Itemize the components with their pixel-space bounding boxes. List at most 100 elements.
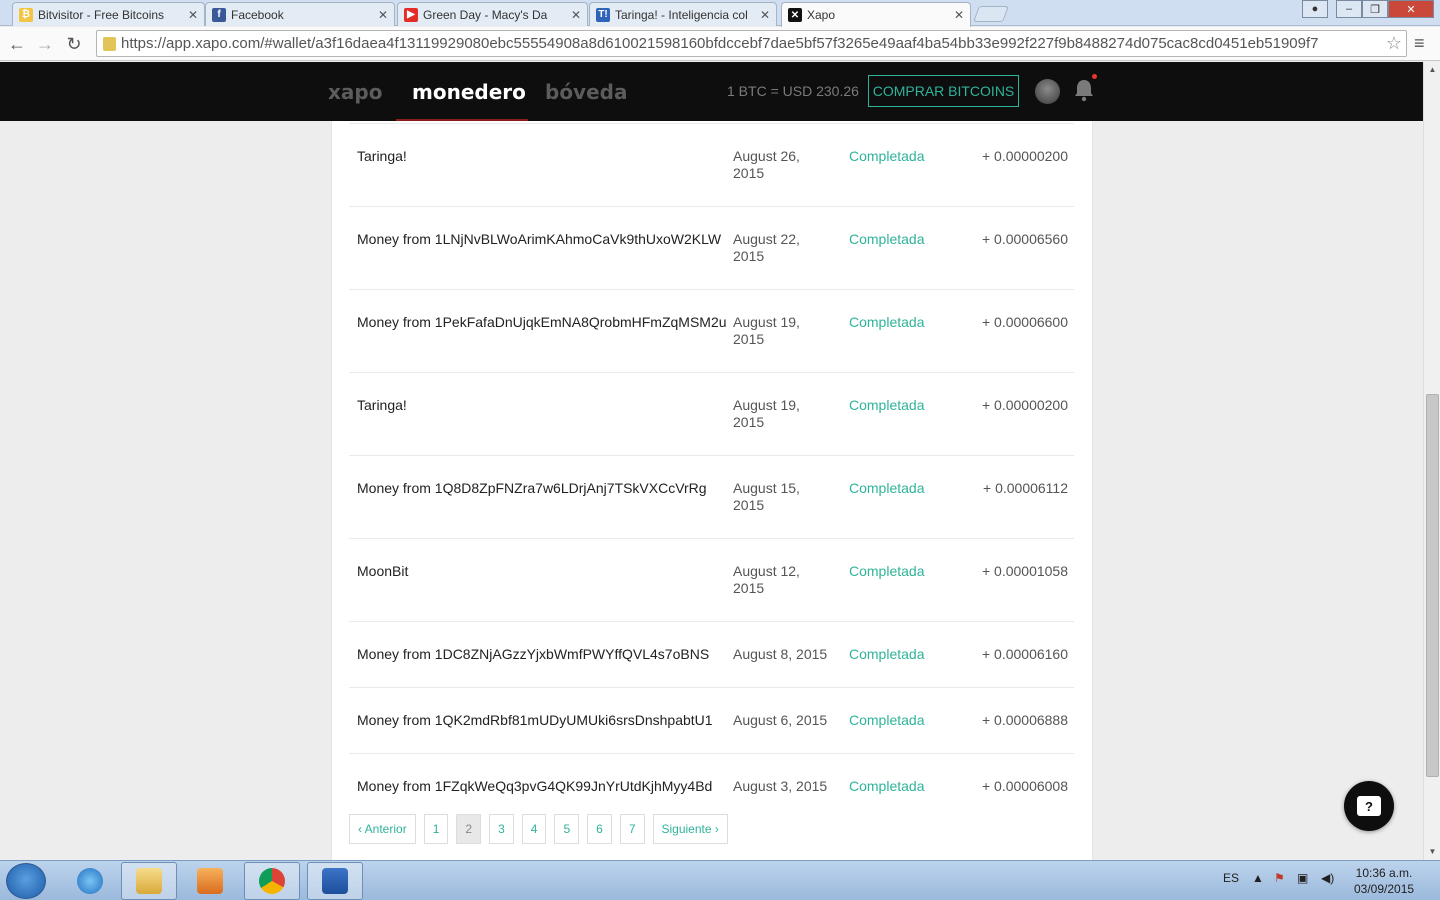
transaction-date: August 19, 2015	[733, 314, 800, 347]
taskbar-chrome[interactable]	[244, 862, 300, 900]
pagination: ‹ Anterior 1234567 Siguiente ›	[349, 814, 728, 844]
scroll-up-icon[interactable]: ▲	[1424, 62, 1440, 76]
tab-close-icon[interactable]: ✕	[954, 8, 964, 22]
transaction-row[interactable]: Money from 1Q8D8ZpFNZra7w6LDrjAnj7TSkVXC…	[349, 455, 1074, 538]
show-hidden-icons[interactable]: ▲	[1252, 871, 1264, 885]
forward-arrow-icon[interactable]: →	[33, 32, 57, 56]
tab-close-icon[interactable]: ✕	[378, 8, 388, 22]
pagination-next[interactable]: Siguiente ›	[652, 814, 728, 844]
pagination-previous[interactable]: ‹ Anterior	[349, 814, 416, 844]
transaction-date: August 22, 2015	[733, 231, 800, 264]
network-icon[interactable]: ▣	[1297, 871, 1308, 885]
browser-tab[interactable]: f Facebook ✕	[205, 2, 395, 26]
url-text: https://app.xapo.com/#wallet/a3f16daea4f…	[121, 35, 1319, 52]
transactions-panel: Taringa! August 26, 2015 Completada + 0.000…	[331, 121, 1093, 860]
volume-icon[interactable]: ◀)	[1321, 871, 1334, 885]
back-arrow-icon[interactable]: ←	[5, 32, 29, 56]
page-info-icon[interactable]	[103, 36, 116, 51]
tab-close-icon[interactable]: ✕	[188, 8, 198, 22]
new-tab-button[interactable]	[973, 6, 1009, 22]
notification-bell-icon[interactable]	[1073, 78, 1095, 102]
clock-time: 10:36 a.m.	[1355, 866, 1413, 880]
minimize-button[interactable]: –	[1336, 0, 1362, 18]
start-button[interactable]	[6, 863, 46, 899]
action-center-icon[interactable]: ⚑	[1274, 871, 1285, 885]
transaction-row[interactable]: MoonBit August 12, 2015 Completada + 0.0000…	[349, 538, 1074, 621]
nav-boveda[interactable]: bóveda	[545, 80, 627, 104]
transaction-row[interactable]: Money from 1FZqkWeQq3pvG4QK99JnYrUtdKjhM…	[349, 753, 1074, 819]
facebook-icon: f	[212, 7, 226, 22]
clock-date: 03/09/2015	[1354, 882, 1415, 896]
browser-tab[interactable]: ₿ Bitvisitor - Free Bitcoins ✕	[12, 2, 205, 26]
internet-explorer-icon	[77, 868, 103, 894]
buy-bitcoins-button[interactable]: COMPRAR BITCOINS	[868, 75, 1019, 107]
tab-close-icon[interactable]: ✕	[571, 8, 581, 22]
transaction-row[interactable]: Money from 1DC8ZNjAGzzYjxbWmfPWYffQVL4s7…	[349, 621, 1074, 687]
transaction-amount: + 0.00006600	[981, 314, 1068, 330]
page-scrollbar[interactable]: ▲ ▼	[1423, 62, 1440, 860]
nav-xapo-logo[interactable]: xapo	[328, 80, 382, 104]
transaction-description: Taringa!	[357, 397, 407, 413]
transaction-date: August 26, 2015	[733, 148, 800, 181]
pagination-page[interactable]: 2	[456, 814, 482, 844]
transaction-status: Completada	[849, 231, 925, 247]
transaction-row[interactable]: Taringa! August 26, 2015 Completada + 0.000…	[349, 123, 1074, 206]
nav-monedero[interactable]: monedero	[412, 80, 526, 104]
reload-icon[interactable]: ↻	[62, 32, 86, 56]
browser-tab[interactable]: ✕ Xapo ✕	[781, 2, 971, 27]
transaction-date: August 12, 2015	[733, 563, 800, 596]
pagination-page[interactable]: 6	[587, 814, 612, 844]
pagination-page[interactable]: 3	[489, 814, 514, 844]
transaction-amount: + 0.00000200	[981, 397, 1068, 413]
taskbar-media-player[interactable]	[182, 862, 238, 900]
bitvisitor-icon: ₿	[19, 7, 33, 22]
pagination-page[interactable]: 7	[619, 814, 645, 844]
xapo-icon: ✕	[788, 8, 802, 22]
address-bar[interactable]: https://app.xapo.com/#wallet/a3f16daea4f…	[96, 30, 1407, 57]
close-window-button[interactable]: ✕	[1388, 0, 1434, 18]
scroll-thumb[interactable]	[1426, 394, 1439, 777]
transaction-row[interactable]: Money from 1LNjNvBLWoArimKAhmoCaVk9thUxo…	[349, 206, 1074, 289]
pagination-page[interactable]: 5	[554, 814, 580, 844]
scroll-down-icon[interactable]: ▼	[1424, 844, 1440, 858]
media-player-icon	[197, 868, 223, 894]
help-chat-button[interactable]: ?	[1344, 781, 1394, 831]
browser-menu-icon[interactable]: ≡	[1414, 33, 1425, 54]
os-taskbar: ES ▲ ⚑ ▣ ◀) 10:36 a.m. 03/09/2015	[0, 860, 1440, 900]
taskbar-internet-explorer[interactable]	[62, 862, 118, 900]
transaction-description: MoonBit	[357, 563, 409, 579]
taskbar-word[interactable]	[307, 862, 363, 900]
transaction-status: Completada	[849, 712, 925, 728]
main-content: Taringa! August 26, 2015 Completada + 0.000…	[0, 121, 1423, 860]
chrome-icon	[259, 868, 285, 894]
pagination-page[interactable]: 4	[521, 814, 547, 844]
user-profile-icon[interactable]: ●	[1302, 0, 1328, 18]
transaction-description: Money from 1LNjNvBLWoArimKAhmoCaVk9thUxo…	[357, 231, 722, 247]
transaction-status: Completada	[849, 314, 925, 330]
transaction-status: Completada	[849, 778, 925, 794]
notification-dot	[1092, 74, 1097, 79]
transaction-row[interactable]: Money from 1PekFafaDnUjqkEmNA8QrobmHFmZq…	[349, 289, 1074, 372]
bookmark-star-icon[interactable]: ☆	[1386, 33, 1402, 54]
app-header: xapo monedero bóveda 1 BTC = USD 230.26 …	[0, 62, 1423, 122]
pagination-page[interactable]: 1	[423, 814, 449, 844]
browser-tab[interactable]: ▶ Green Day - Macy's Da ✕	[397, 2, 588, 26]
browser-tab[interactable]: T! Taringa! - Inteligencia col ✕	[589, 2, 777, 26]
taskbar-file-explorer[interactable]	[121, 862, 177, 900]
transaction-status: Completada	[849, 397, 925, 413]
transaction-amount: + 0.00006008	[981, 778, 1068, 794]
transaction-amount: + 0.00006160	[981, 646, 1068, 662]
restore-button[interactable]: ❐	[1362, 0, 1388, 18]
language-indicator[interactable]: ES	[1223, 871, 1239, 885]
transaction-row[interactable]: Taringa! August 19, 2015 Completada + 0.000…	[349, 372, 1074, 455]
transaction-description: Money from 1QK2mdRbf81mUDyUMUki6srsDnshp…	[357, 712, 713, 728]
tab-close-icon[interactable]: ✕	[760, 8, 770, 22]
taringa-icon: T!	[596, 7, 610, 22]
transaction-row[interactable]: Money from 1QK2mdRbf81mUDyUMUki6srsDnshp…	[349, 687, 1074, 753]
system-clock[interactable]: 10:36 a.m. 03/09/2015	[1354, 865, 1414, 897]
transaction-description: Money from 1Q8D8ZpFNZra7w6LDrjAnj7TSkVXC…	[357, 480, 707, 496]
user-avatar[interactable]	[1035, 79, 1060, 104]
transaction-date: August 3, 2015	[733, 778, 828, 794]
transaction-date: August 19, 2015	[733, 397, 800, 430]
transaction-date: August 6, 2015	[733, 712, 828, 728]
